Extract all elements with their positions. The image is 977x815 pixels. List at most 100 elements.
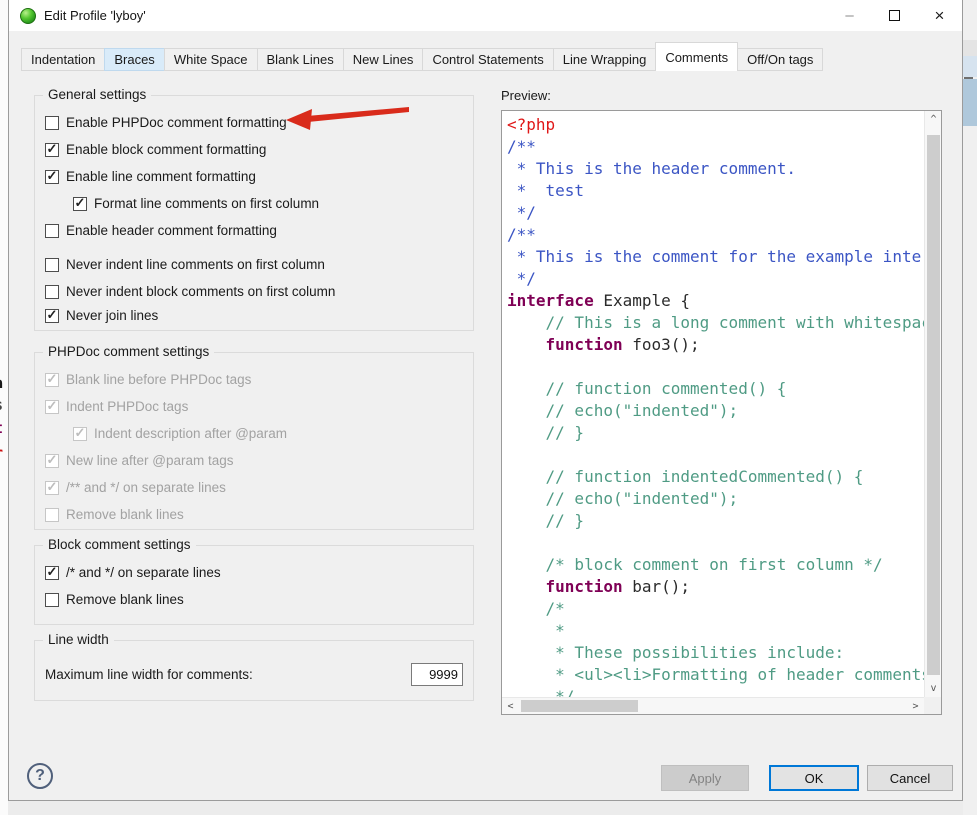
- code-line: */: [507, 202, 924, 224]
- checkbox-row-never-indent-line-comments-on-first-column[interactable]: Never indent line comments on first colu…: [45, 251, 463, 278]
- code-segment-doc: /**: [507, 137, 536, 156]
- cancel-button[interactable]: Cancel: [867, 765, 953, 791]
- checkbox-unchecked[interactable]: [45, 593, 59, 607]
- checkbox-label: Remove blank lines: [66, 507, 184, 522]
- preview-main: <?php/** * This is the header comment. *…: [502, 111, 941, 697]
- checkbox-checked: [73, 427, 87, 441]
- checkbox-checked[interactable]: [45, 143, 59, 157]
- minimize-button[interactable]: –: [827, 0, 872, 31]
- background-text-fragment: t: [0, 419, 3, 437]
- code-line: * This is the header comment.: [507, 158, 924, 180]
- code-segment-plain: Example {: [594, 291, 690, 310]
- group-title: Block comment settings: [43, 537, 196, 552]
- code-segment-cmt: /*: [507, 599, 565, 618]
- code-line: *: [507, 620, 924, 642]
- checkbox-label: Never indent block comments on first col…: [66, 284, 335, 299]
- code-segment-cmt: // This is a long comment with whitespac…: [507, 313, 924, 332]
- vertical-scrollbar[interactable]: ^ v: [924, 111, 941, 697]
- checkbox-unchecked[interactable]: [45, 258, 59, 272]
- code-line: // function commented() {: [507, 378, 924, 400]
- checkbox-label: Enable block comment formatting: [66, 142, 266, 157]
- code-segment-doc: /**: [507, 225, 536, 244]
- tab-control-statements[interactable]: Control Statements: [422, 48, 553, 71]
- checkbox-row-remove-blank-lines: Remove blank lines: [45, 501, 463, 528]
- scroll-down-icon[interactable]: v: [925, 680, 942, 697]
- max-line-width-input[interactable]: [411, 663, 463, 686]
- code-line: [507, 444, 924, 466]
- tab-comments[interactable]: Comments: [655, 42, 738, 71]
- group-line-width: Line width Maximum line width for commen…: [34, 640, 474, 701]
- horizontal-scrollbar[interactable]: < >: [502, 697, 924, 714]
- window-title: Edit Profile 'lyboy': [44, 8, 146, 23]
- red-arrow-annotation: [285, 102, 411, 132]
- code-line: // echo("indented");: [507, 488, 924, 510]
- scroll-left-icon[interactable]: <: [502, 698, 519, 714]
- code-segment-plain: foo3();: [623, 335, 700, 354]
- ok-button[interactable]: OK: [769, 765, 859, 791]
- close-button[interactable]: ×: [917, 0, 962, 31]
- checkbox-checked: [45, 373, 59, 387]
- checkbox-unchecked[interactable]: [45, 285, 59, 299]
- code-line: /**: [507, 224, 924, 246]
- vertical-scroll-thumb[interactable]: [927, 135, 940, 675]
- checkbox-label: Blank line before PHPDoc tags: [66, 372, 251, 387]
- checkbox-row-enable-line-comment-formatting[interactable]: Enable line comment formatting: [45, 163, 463, 190]
- code-segment-plain: [507, 577, 546, 596]
- window-controls: – ×: [827, 0, 962, 31]
- checkbox-unchecked[interactable]: [45, 224, 59, 238]
- checkbox-checked[interactable]: [73, 197, 87, 211]
- tab-label: Control Statements: [432, 52, 543, 67]
- checkbox-row-enable-block-comment-formatting[interactable]: Enable block comment formatting: [45, 136, 463, 163]
- checkbox-row-blank-line-before-phpdoc-tags: Blank line before PHPDoc tags: [45, 366, 463, 393]
- tab-bar: IndentationBracesWhite SpaceBlank LinesN…: [21, 47, 822, 71]
- code-segment-cmt: // function indentedCommented() {: [507, 467, 863, 486]
- code-segment-cmt: // }: [507, 423, 584, 442]
- scroll-up-icon[interactable]: ^: [925, 111, 942, 128]
- app-icon: [20, 8, 36, 24]
- checkbox-checked[interactable]: [45, 566, 59, 580]
- checkbox-row-remove-blank-lines[interactable]: Remove blank lines: [45, 586, 463, 613]
- code-line: /*: [507, 598, 924, 620]
- code-segment-doc: * This is the comment for the example in…: [507, 247, 924, 266]
- tab-line-wrapping[interactable]: Line Wrapping: [553, 48, 657, 71]
- code-line: */: [507, 268, 924, 290]
- tab-white-space[interactable]: White Space: [164, 48, 258, 71]
- tab-braces[interactable]: Braces: [104, 48, 164, 71]
- title-bar[interactable]: Edit Profile 'lyboy' – ×: [9, 0, 962, 31]
- maximize-button[interactable]: [872, 0, 917, 31]
- group-title: Line width: [43, 632, 114, 647]
- code-line: * These possibilities include:: [507, 642, 924, 664]
- scroll-right-icon[interactable]: >: [907, 698, 924, 714]
- tab-label: Comments: [665, 50, 728, 65]
- group-title: General settings: [43, 87, 151, 102]
- code-preview: <?php/** * This is the header comment. *…: [502, 111, 924, 697]
- checkbox-checked[interactable]: [45, 170, 59, 184]
- checkbox-row-indent-phpdoc-tags: Indent PHPDoc tags: [45, 393, 463, 420]
- code-segment-doc: * This is the header comment.: [507, 159, 796, 178]
- checkbox-row-format-line-comments-on-first-column[interactable]: Format line comments on first column: [73, 190, 463, 217]
- tab-off-on-tags[interactable]: Off/On tags: [737, 48, 823, 71]
- tab-blank-lines[interactable]: Blank Lines: [257, 48, 344, 71]
- tab-indentation[interactable]: Indentation: [21, 48, 105, 71]
- checkbox-row-never-indent-block-comments-on-first-column[interactable]: Never indent block comments on first col…: [45, 278, 463, 305]
- checkbox-row-new-line-after-param-tags: New line after @param tags: [45, 447, 463, 474]
- checkbox-list: Blank line before PHPDoc tags Indent PHPD…: [35, 353, 473, 528]
- checkbox-label: Enable line comment formatting: [66, 169, 256, 184]
- tab-new-lines[interactable]: New Lines: [343, 48, 424, 71]
- checkbox-checked[interactable]: [45, 309, 59, 323]
- checkbox-unchecked[interactable]: [45, 116, 59, 130]
- checkbox-label: New line after @param tags: [66, 453, 234, 468]
- checkbox-label: Indent description after @param: [94, 426, 287, 441]
- background-scrollbar: [963, 79, 977, 126]
- help-button[interactable]: ?: [27, 763, 53, 789]
- horizontal-scroll-thumb[interactable]: [521, 700, 638, 712]
- scrollbar-corner: [924, 697, 941, 714]
- code-segment-php: <?php: [507, 115, 555, 134]
- checkbox-row-never-join-lines[interactable]: Never join lines: [45, 302, 463, 329]
- checkbox-row-enable-header-comment-formatting[interactable]: Enable header comment formatting: [45, 217, 463, 244]
- checkbox-label: Format line comments on first column: [94, 196, 319, 211]
- code-segment-cmt: // echo("indented");: [507, 401, 738, 420]
- minimize-icon: –: [845, 7, 853, 24]
- code-segment-kw: interface: [507, 291, 594, 310]
- checkbox-row-and-on-separate-lines[interactable]: /* and */ on separate lines: [45, 559, 463, 586]
